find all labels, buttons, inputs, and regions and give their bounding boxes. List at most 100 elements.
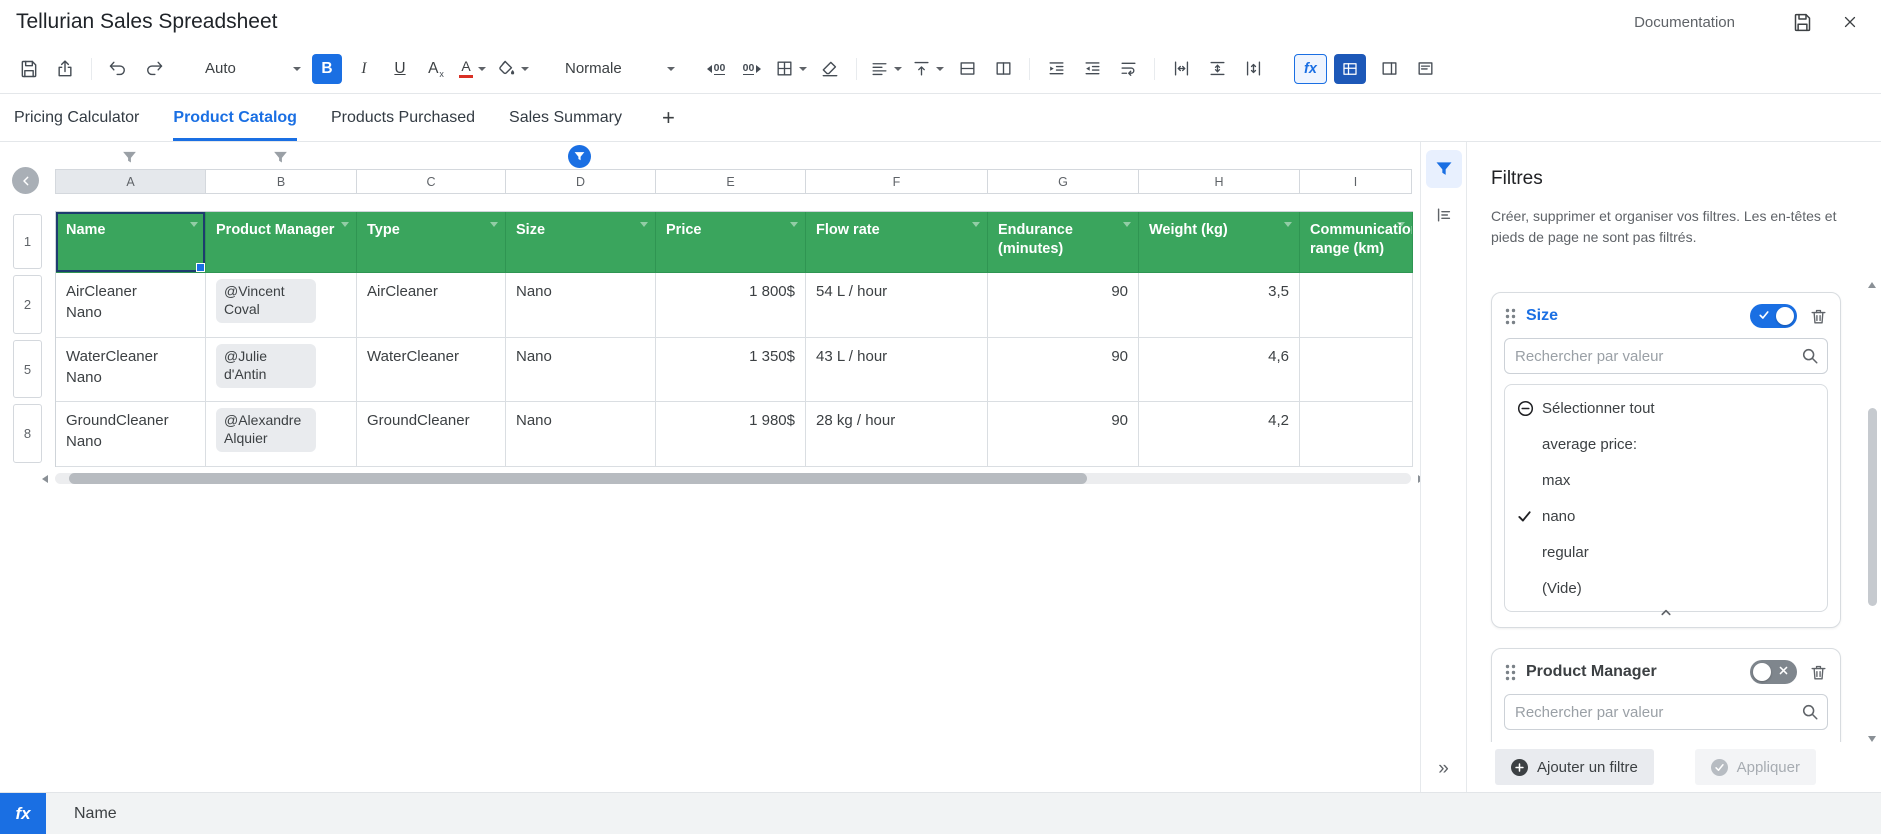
- cell-h1[interactable]: Weight (kg): [1139, 212, 1300, 273]
- column-header-f[interactable]: F: [805, 169, 988, 194]
- tab-products-purchased[interactable]: Products Purchased: [331, 94, 475, 141]
- cell-f8[interactable]: 28 kg / hour: [806, 402, 988, 467]
- cell-c2[interactable]: AirCleaner: [357, 273, 506, 338]
- column-a-filter-icon[interactable]: [121, 149, 138, 171]
- vertical-align-button[interactable]: [908, 52, 948, 86]
- column-header-e[interactable]: E: [655, 169, 806, 194]
- option-vide[interactable]: (Vide): [1505, 570, 1827, 606]
- add-sheet-button[interactable]: +: [656, 94, 681, 141]
- autofit-button[interactable]: [1236, 52, 1270, 86]
- column-b-filter-icon[interactable]: [272, 149, 289, 171]
- filters-panel-tab[interactable]: [1426, 150, 1462, 188]
- option-regular[interactable]: regular: [1505, 534, 1827, 570]
- horizontal-align-button[interactable]: [866, 52, 906, 86]
- filter-size-toggle[interactable]: [1750, 304, 1797, 328]
- merge-columns-button[interactable]: [986, 52, 1020, 86]
- cell-g1[interactable]: Endurance (minutes): [988, 212, 1139, 273]
- fill-color-button[interactable]: [492, 52, 533, 86]
- cell-e1[interactable]: Price: [656, 212, 806, 273]
- italic-button[interactable]: I: [347, 52, 381, 86]
- cell-i1[interactable]: Communication range (km): [1300, 212, 1413, 273]
- clear-fill-button[interactable]: [813, 52, 847, 86]
- row-header-2[interactable]: 2: [13, 275, 42, 334]
- cell-a5[interactable]: WaterCleaner Nano: [56, 338, 206, 402]
- reading-view-button[interactable]: [1409, 52, 1443, 86]
- column-width-button[interactable]: [1164, 52, 1198, 86]
- column-header-b[interactable]: B: [205, 169, 357, 194]
- filter-search-input[interactable]: [1504, 338, 1828, 374]
- cell-e2[interactable]: 1 800$: [656, 273, 806, 338]
- delete-filter-button[interactable]: [1809, 663, 1828, 682]
- decrease-indent-button[interactable]: [1075, 52, 1109, 86]
- cell-b1[interactable]: Product Manager: [206, 212, 357, 273]
- panel-scrollbar[interactable]: [1866, 282, 1879, 742]
- cell-e5[interactable]: 1 350$: [656, 338, 806, 402]
- increase-decimal-button[interactable]: 00: [735, 52, 769, 86]
- cell-b8[interactable]: @Alexandre Alquier: [206, 402, 357, 467]
- apply-filters-button[interactable]: Appliquer: [1695, 749, 1816, 785]
- collapse-panel-button[interactable]: »: [1421, 758, 1466, 780]
- share-button[interactable]: [48, 52, 82, 86]
- column-d-active-filter-icon[interactable]: [568, 145, 591, 168]
- delete-filter-button[interactable]: [1809, 307, 1828, 326]
- column-header-g[interactable]: G: [987, 169, 1139, 194]
- row-header-1[interactable]: 1: [13, 214, 42, 269]
- filter-search-input[interactable]: [1504, 694, 1828, 730]
- column-header-d[interactable]: D: [505, 169, 656, 194]
- fill-handle[interactable]: [196, 263, 205, 272]
- tab-pricing-calculator[interactable]: Pricing Calculator: [14, 94, 139, 141]
- option-select-all[interactable]: Sélectionner tout: [1505, 390, 1827, 426]
- sidebar-toggle-button[interactable]: [1373, 52, 1407, 86]
- option-nano-checked[interactable]: nano: [1505, 498, 1827, 534]
- option-average-price[interactable]: average price:: [1505, 426, 1827, 462]
- drag-handle-icon[interactable]: [1504, 663, 1517, 682]
- redo-button[interactable]: [137, 52, 171, 86]
- option-max[interactable]: max: [1505, 462, 1827, 498]
- cell-c5[interactable]: WaterCleaner: [357, 338, 506, 402]
- column-header-a[interactable]: A: [55, 169, 206, 194]
- cell-b5[interactable]: @Julie d'Antin: [206, 338, 357, 402]
- scroll-left-icon[interactable]: [42, 475, 48, 483]
- decrease-decimal-button[interactable]: 00: [699, 52, 733, 86]
- cell-d2[interactable]: Nano: [506, 273, 656, 338]
- tab-product-catalog[interactable]: Product Catalog: [173, 94, 297, 141]
- filter-product-manager-toggle[interactable]: [1750, 660, 1797, 684]
- cell-a2[interactable]: AirCleaner Nano: [56, 273, 206, 338]
- cell-c1[interactable]: Type: [357, 212, 506, 273]
- tab-sales-summary[interactable]: Sales Summary: [509, 94, 622, 141]
- merge-rows-button[interactable]: [950, 52, 984, 86]
- underline-button[interactable]: U: [383, 52, 417, 86]
- cell-i2[interactable]: [1300, 273, 1413, 338]
- cell-g2[interactable]: 90: [988, 273, 1139, 338]
- formula-button[interactable]: fx: [1294, 54, 1327, 84]
- cell-h5[interactable]: 4,6: [1139, 338, 1300, 402]
- borders-button[interactable]: [771, 52, 811, 86]
- drag-handle-icon[interactable]: [1504, 307, 1517, 326]
- documentation-link[interactable]: Documentation: [1634, 14, 1735, 31]
- column-header-c[interactable]: C: [356, 169, 506, 194]
- cell-d1[interactable]: Size: [506, 212, 656, 273]
- mention-chip[interactable]: @Alexandre Alquier: [216, 408, 316, 452]
- cell-e8[interactable]: 1 980$: [656, 402, 806, 467]
- clear-formatting-button[interactable]: Ax: [419, 52, 453, 86]
- wrap-text-button[interactable]: [1111, 52, 1145, 86]
- cell-g5[interactable]: 90: [988, 338, 1139, 402]
- save-button-toolbar[interactable]: [12, 52, 46, 86]
- scroll-up-icon[interactable]: [1868, 282, 1876, 288]
- cell-a8[interactable]: GroundCleaner Nano: [56, 402, 206, 467]
- font-size-select[interactable]: Auto: [199, 52, 307, 86]
- row-header-5[interactable]: 5: [13, 340, 42, 398]
- horizontal-scrollbar[interactable]: [55, 473, 1411, 484]
- undo-button[interactable]: [101, 52, 135, 86]
- mention-chip[interactable]: @Julie d'Antin: [216, 344, 316, 388]
- save-button[interactable]: [1787, 7, 1817, 37]
- cell-h8[interactable]: 4,2: [1139, 402, 1300, 467]
- horizontal-scrollbar-thumb[interactable]: [69, 473, 1087, 484]
- font-color-button[interactable]: A: [455, 52, 490, 86]
- data-table-toggle-button[interactable]: [1334, 54, 1366, 84]
- column-header-i[interactable]: I: [1299, 169, 1412, 194]
- outline-panel-tab[interactable]: [1426, 196, 1462, 234]
- scroll-to-origin-button[interactable]: [12, 167, 39, 194]
- add-filter-button[interactable]: Ajouter un filtre: [1495, 749, 1654, 785]
- close-button[interactable]: [1835, 7, 1865, 37]
